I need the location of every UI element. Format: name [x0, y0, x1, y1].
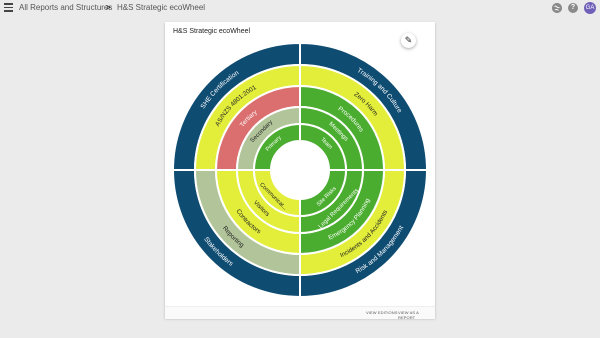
globe-icon[interactable]	[552, 3, 562, 13]
breadcrumb-separator: >	[106, 3, 111, 12]
edit-button[interactable]: ✎	[401, 33, 416, 48]
globe-glyph	[552, 3, 562, 13]
view-editions-link[interactable]: VIEW EDITIONS	[366, 310, 398, 315]
card-title: H&S Strategic ecoWheel	[173, 28, 251, 35]
help-icon[interactable]: ?	[568, 3, 578, 13]
ecowheel-chart: Training and CultureRisk and ManagementS…	[171, 41, 429, 299]
wheel-hub	[271, 141, 329, 199]
ecowheel-card: Training and Culture Risk and Management S…	[165, 22, 435, 320]
card-footer: VIEW EDITIONS VIEW AS A REPORT	[165, 306, 435, 320]
view-as-report-link[interactable]: VIEW AS A REPORT	[398, 310, 435, 320]
breadcrumb-all-reports[interactable]: All Reports and Structures	[19, 3, 112, 12]
hamburger-menu-icon[interactable]	[4, 3, 13, 12]
top-bar: All Reports and Structures > H&S Strateg…	[0, 0, 600, 16]
user-avatar[interactable]: GA	[584, 2, 596, 14]
breadcrumb-current: H&S Strategic ecoWheel	[117, 3, 206, 12]
